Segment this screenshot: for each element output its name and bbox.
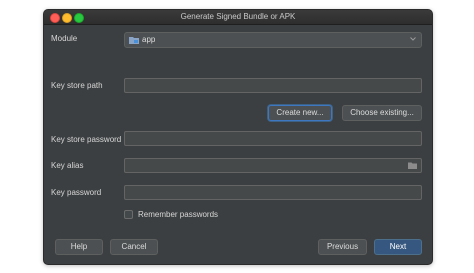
key-alias-input[interactable] xyxy=(124,158,422,173)
folder-browse-icon[interactable] xyxy=(408,162,417,169)
cancel-button[interactable]: Cancel xyxy=(110,239,158,255)
key-alias-label: Key alias xyxy=(51,161,84,170)
key-store-path-label: Key store path xyxy=(51,81,103,90)
module-select[interactable]: app xyxy=(124,32,422,48)
choose-existing-button[interactable]: Choose existing... xyxy=(342,105,422,121)
generate-signed-apk-dialog: Generate Signed Bundle or APK Module app… xyxy=(43,9,433,265)
module-label: Module xyxy=(51,34,78,43)
key-store-path-input[interactable] xyxy=(124,78,422,93)
help-button[interactable]: Help xyxy=(55,239,103,255)
key-password-input[interactable] xyxy=(124,185,422,200)
key-store-password-label: Key store password xyxy=(51,135,122,144)
folder-module-icon xyxy=(129,37,139,44)
key-password-label: Key password xyxy=(51,188,102,197)
create-new-button[interactable]: Create new... xyxy=(268,105,332,121)
remember-passwords-label[interactable]: Remember passwords xyxy=(138,210,218,220)
remember-passwords-checkbox[interactable] xyxy=(124,210,133,219)
next-button[interactable]: Next xyxy=(374,239,422,255)
previous-button[interactable]: Previous xyxy=(318,239,367,255)
chevron-down-icon xyxy=(410,37,416,41)
key-store-password-input[interactable] xyxy=(124,131,422,146)
title-bar: Generate Signed Bundle or APK xyxy=(44,10,432,25)
module-value: app xyxy=(142,35,156,44)
window-title: Generate Signed Bundle or APK xyxy=(180,12,296,21)
